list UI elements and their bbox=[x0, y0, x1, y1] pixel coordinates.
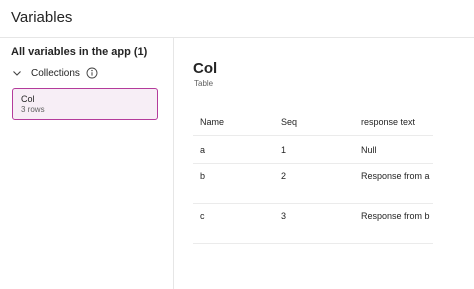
table-cell: a bbox=[200, 145, 206, 155]
table-cell: Null bbox=[361, 145, 377, 155]
collections-toggle[interactable]: Collections bbox=[11, 65, 98, 81]
table-cell: 3 bbox=[281, 211, 287, 221]
collection-card-row-count: 3 rows bbox=[21, 105, 45, 114]
table-row: b 2 Response from a bbox=[193, 164, 433, 204]
data-table: Name Seq response text a 1 Null b 2 Resp… bbox=[193, 108, 433, 244]
collection-card-col[interactable]: Col 3 rows bbox=[12, 88, 158, 120]
collection-type: Table bbox=[194, 79, 214, 88]
column-header-seq: Seq bbox=[281, 117, 298, 127]
detail-pane: Col Table Name Seq response text a 1 Nul… bbox=[175, 38, 474, 289]
table-row: c 3 Response from b bbox=[193, 204, 433, 244]
page-title: Variables bbox=[11, 9, 73, 26]
table-cell: c bbox=[200, 211, 205, 221]
info-icon[interactable] bbox=[86, 67, 98, 79]
column-header-response-text: response text bbox=[361, 117, 416, 127]
table-cell: 1 bbox=[281, 145, 287, 155]
table-cell: Response from a bbox=[361, 171, 430, 181]
table-cell: Response from b bbox=[361, 211, 430, 221]
table-row: a 1 Null bbox=[193, 136, 433, 164]
all-variables-heading: All variables in the app (1) bbox=[11, 46, 148, 58]
variables-panel: Variables All variables in the app (1) C… bbox=[0, 0, 474, 289]
table-header-row: Name Seq response text bbox=[193, 108, 433, 136]
left-pane: All variables in the app (1) Collections… bbox=[0, 38, 174, 289]
chevron-down-icon[interactable] bbox=[11, 67, 23, 79]
collections-label: Collections bbox=[31, 67, 80, 79]
collection-title: Col bbox=[193, 60, 218, 77]
collection-card-name: Col bbox=[21, 94, 35, 104]
column-header-name: Name bbox=[200, 117, 225, 127]
table-cell: b bbox=[200, 171, 206, 181]
header: Variables bbox=[0, 0, 474, 38]
table-cell: 2 bbox=[281, 171, 287, 181]
